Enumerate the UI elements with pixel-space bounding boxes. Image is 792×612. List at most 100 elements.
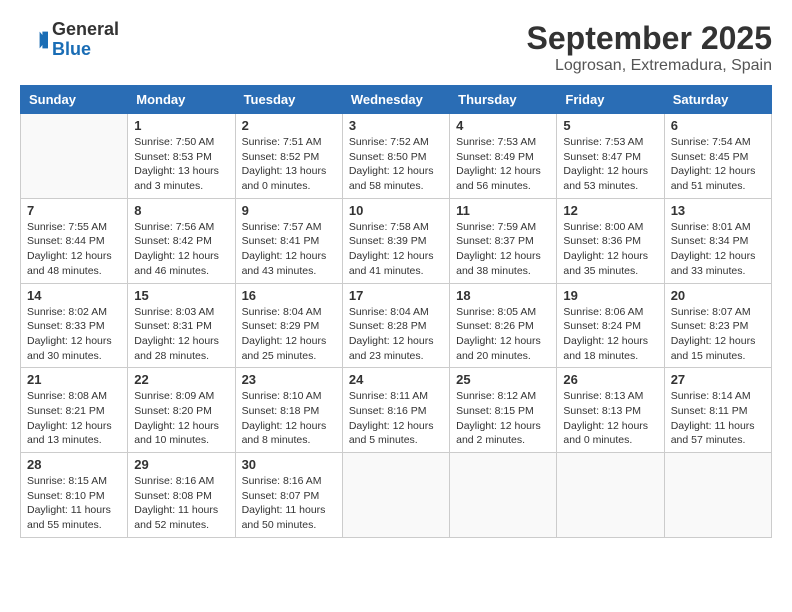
- day-number: 24: [349, 372, 443, 387]
- calendar-cell: 12 Sunrise: 8:00 AMSunset: 8:36 PMDayligh…: [557, 198, 664, 283]
- calendar-cell: 29 Sunrise: 8:16 AMSunset: 8:08 PMDayligh…: [128, 453, 235, 538]
- day-info: Sunrise: 7:52 AMSunset: 8:50 PMDaylight:…: [349, 135, 443, 194]
- location-title: Logrosan, Extremadura, Spain: [527, 57, 772, 75]
- day-info: Sunrise: 8:11 AMSunset: 8:16 PMDaylight:…: [349, 389, 443, 448]
- calendar-cell: [342, 453, 449, 538]
- weekday-friday: Friday: [557, 86, 664, 114]
- calendar-cell: [21, 114, 128, 199]
- day-info: Sunrise: 8:03 AMSunset: 8:31 PMDaylight:…: [134, 305, 228, 364]
- day-number: 21: [27, 372, 121, 387]
- day-info: Sunrise: 8:14 AMSunset: 8:11 PMDaylight:…: [671, 389, 765, 448]
- day-number: 13: [671, 203, 765, 218]
- weekday-sunday: Sunday: [21, 86, 128, 114]
- calendar-cell: 28Sunrise: 8:15 AMSunset: 8:10 PMDayligh…: [21, 453, 128, 538]
- page-header: General Blue September 2025 Logrosan, Ex…: [20, 20, 772, 75]
- calendar-week-4: 21Sunrise: 8:08 AMSunset: 8:21 PMDayligh…: [21, 368, 772, 453]
- weekday-wednesday: Wednesday: [342, 86, 449, 114]
- calendar-week-3: 14Sunrise: 8:02 AMSunset: 8:33 PMDayligh…: [21, 283, 772, 368]
- day-number: 15: [134, 288, 228, 303]
- calendar-cell: [557, 453, 664, 538]
- calendar-cell: 6 Sunrise: 7:54 AMSunset: 8:45 PMDaylight…: [664, 114, 771, 199]
- calendar-cell: 22Sunrise: 8:09 AMSunset: 8:20 PMDayligh…: [128, 368, 235, 453]
- day-number: 29: [134, 457, 228, 472]
- day-info: Sunrise: 8:04 AMSunset: 8:28 PMDaylight:…: [349, 305, 443, 364]
- day-info: Sunrise: 7:50 AMSunset: 8:53 PMDaylight:…: [134, 135, 228, 194]
- day-number: 17: [349, 288, 443, 303]
- day-info: Sunrise: 7:56 AMSunset: 8:42 PMDaylight:…: [134, 220, 228, 279]
- day-number: 9: [242, 203, 336, 218]
- day-info: Sunrise: 7:51 AMSunset: 8:52 PMDaylight:…: [242, 135, 336, 194]
- day-info: Sunrise: 8:06 AMSunset: 8:24 PMDaylight:…: [563, 305, 657, 364]
- month-title: September 2025: [527, 20, 772, 57]
- calendar-cell: 5 Sunrise: 7:53 AMSunset: 8:47 PMDaylight…: [557, 114, 664, 199]
- calendar-body: 1 Sunrise: 7:50 AMSunset: 8:53 PMDaylight…: [21, 114, 772, 538]
- calendar-cell: 13 Sunrise: 8:01 AMSunset: 8:34 PMDayligh…: [664, 198, 771, 283]
- weekday-monday: Monday: [128, 86, 235, 114]
- calendar-cell: 30 Sunrise: 8:16 AMSunset: 8:07 PMDayligh…: [235, 453, 342, 538]
- day-number: 30: [242, 457, 336, 472]
- calendar-cell: 24 Sunrise: 8:11 AMSunset: 8:16 PMDayligh…: [342, 368, 449, 453]
- day-number: 22: [134, 372, 228, 387]
- day-number: 3: [349, 118, 443, 133]
- calendar-cell: 3 Sunrise: 7:52 AMSunset: 8:50 PMDaylight…: [342, 114, 449, 199]
- logo: General Blue: [20, 20, 119, 60]
- day-info: Sunrise: 8:07 AMSunset: 8:23 PMDaylight:…: [671, 305, 765, 364]
- calendar-cell: 25Sunrise: 8:12 AMSunset: 8:15 PMDayligh…: [450, 368, 557, 453]
- day-number: 18: [456, 288, 550, 303]
- calendar-cell: [664, 453, 771, 538]
- logo-general: General: [52, 20, 119, 40]
- day-number: 16: [242, 288, 336, 303]
- day-info: Sunrise: 8:01 AMSunset: 8:34 PMDaylight:…: [671, 220, 765, 279]
- day-number: 4: [456, 118, 550, 133]
- calendar-cell: 16Sunrise: 8:04 AMSunset: 8:29 PMDayligh…: [235, 283, 342, 368]
- day-info: Sunrise: 8:05 AMSunset: 8:26 PMDaylight:…: [456, 305, 550, 364]
- day-number: 12: [563, 203, 657, 218]
- day-info: Sunrise: 8:00 AMSunset: 8:36 PMDaylight:…: [563, 220, 657, 279]
- calendar-cell: 27Sunrise: 8:14 AMSunset: 8:11 PMDayligh…: [664, 368, 771, 453]
- day-number: 5: [563, 118, 657, 133]
- day-number: 28: [27, 457, 121, 472]
- day-number: 2: [242, 118, 336, 133]
- day-info: Sunrise: 7:55 AMSunset: 8:44 PMDaylight:…: [27, 220, 121, 279]
- calendar-cell: 8 Sunrise: 7:56 AMSunset: 8:42 PMDaylight…: [128, 198, 235, 283]
- calendar-cell: 15 Sunrise: 8:03 AMSunset: 8:31 PMDayligh…: [128, 283, 235, 368]
- weekday-thursday: Thursday: [450, 86, 557, 114]
- calendar-cell: 1 Sunrise: 7:50 AMSunset: 8:53 PMDaylight…: [128, 114, 235, 199]
- calendar-cell: 2 Sunrise: 7:51 AMSunset: 8:52 PMDaylight…: [235, 114, 342, 199]
- day-number: 20: [671, 288, 765, 303]
- calendar-cell: 20 Sunrise: 8:07 AMSunset: 8:23 PMDayligh…: [664, 283, 771, 368]
- calendar-cell: 9 Sunrise: 7:57 AMSunset: 8:41 PMDaylight…: [235, 198, 342, 283]
- day-number: 7: [27, 203, 121, 218]
- calendar-cell: 26 Sunrise: 8:13 AMSunset: 8:13 PMDayligh…: [557, 368, 664, 453]
- logo-blue: Blue: [52, 40, 119, 60]
- day-info: Sunrise: 7:53 AMSunset: 8:47 PMDaylight:…: [563, 135, 657, 194]
- calendar-cell: 19Sunrise: 8:06 AMSunset: 8:24 PMDayligh…: [557, 283, 664, 368]
- day-number: 23: [242, 372, 336, 387]
- calendar-cell: 23 Sunrise: 8:10 AMSunset: 8:18 PMDayligh…: [235, 368, 342, 453]
- day-number: 8: [134, 203, 228, 218]
- day-info: Sunrise: 8:12 AMSunset: 8:15 PMDaylight:…: [456, 389, 550, 448]
- day-info: Sunrise: 7:54 AMSunset: 8:45 PMDaylight:…: [671, 135, 765, 194]
- day-info: Sunrise: 8:10 AMSunset: 8:18 PMDaylight:…: [242, 389, 336, 448]
- day-info: Sunrise: 7:57 AMSunset: 8:41 PMDaylight:…: [242, 220, 336, 279]
- day-number: 14: [27, 288, 121, 303]
- title-area: September 2025 Logrosan, Extremadura, Sp…: [527, 20, 772, 75]
- calendar-cell: 11Sunrise: 7:59 AMSunset: 8:37 PMDayligh…: [450, 198, 557, 283]
- day-info: Sunrise: 8:16 AMSunset: 8:08 PMDaylight:…: [134, 474, 228, 533]
- weekday-header-row: SundayMondayTuesdayWednesdayThursdayFrid…: [21, 86, 772, 114]
- day-number: 1: [134, 118, 228, 133]
- calendar-cell: 18 Sunrise: 8:05 AMSunset: 8:26 PMDayligh…: [450, 283, 557, 368]
- logo-icon: [20, 26, 48, 54]
- day-number: 26: [563, 372, 657, 387]
- day-info: Sunrise: 8:16 AMSunset: 8:07 PMDaylight:…: [242, 474, 336, 533]
- day-info: Sunrise: 8:13 AMSunset: 8:13 PMDaylight:…: [563, 389, 657, 448]
- calendar-cell: 7 Sunrise: 7:55 AMSunset: 8:44 PMDaylight…: [21, 198, 128, 283]
- calendar-table: SundayMondayTuesdayWednesdayThursdayFrid…: [20, 85, 772, 538]
- day-number: 10: [349, 203, 443, 218]
- calendar-cell: 4Sunrise: 7:53 AMSunset: 8:49 PMDaylight…: [450, 114, 557, 199]
- day-number: 6: [671, 118, 765, 133]
- day-info: Sunrise: 7:58 AMSunset: 8:39 PMDaylight:…: [349, 220, 443, 279]
- calendar-week-2: 7 Sunrise: 7:55 AMSunset: 8:44 PMDaylight…: [21, 198, 772, 283]
- day-info: Sunrise: 7:59 AMSunset: 8:37 PMDaylight:…: [456, 220, 550, 279]
- calendar-week-5: 28Sunrise: 8:15 AMSunset: 8:10 PMDayligh…: [21, 453, 772, 538]
